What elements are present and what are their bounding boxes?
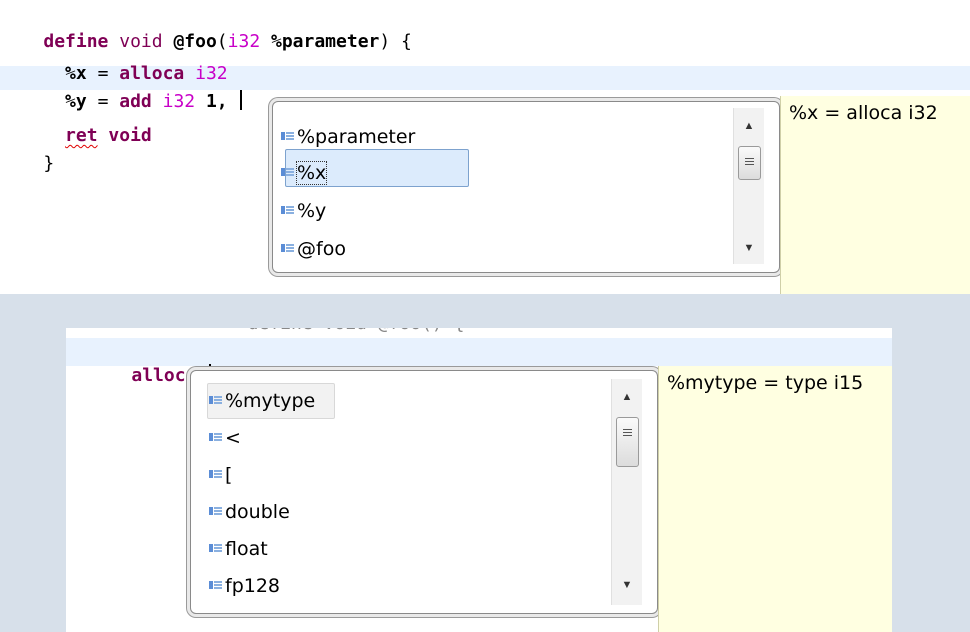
- code-line-4[interactable]: ret void: [0, 100, 152, 146]
- completion-popup[interactable]: %mytype < [ double float fp128 ▲ ▼: [190, 370, 658, 614]
- code-line-1[interactable]: define void @foo(i32 %parameter) {: [0, 6, 412, 52]
- keyword-void: void: [108, 125, 152, 146]
- completion-scrollbar[interactable]: ▲ ▼: [611, 379, 642, 605]
- field-icon: [281, 243, 295, 253]
- scroll-thumb[interactable]: [616, 417, 639, 467]
- keyword-ret: ret: [65, 125, 98, 146]
- code-line-alloca[interactable]: alloca: [88, 340, 212, 386]
- completion-item[interactable]: %parameter: [281, 122, 415, 152]
- completion-item[interactable]: double: [209, 497, 290, 527]
- code-line-5[interactable]: }: [0, 128, 54, 174]
- param-name: %parameter: [271, 31, 380, 52]
- scroll-down-icon[interactable]: ▼: [734, 242, 764, 254]
- completion-scrollbar[interactable]: ▲ ▼: [733, 108, 764, 264]
- scroll-up-icon[interactable]: ▲: [734, 120, 764, 132]
- field-icon: [209, 432, 223, 442]
- type-i32: i32: [162, 91, 196, 112]
- completion-item[interactable]: <: [209, 423, 241, 453]
- completion-item[interactable]: %y: [281, 196, 326, 226]
- field-icon: [281, 167, 295, 177]
- completion-item[interactable]: @foo: [281, 234, 346, 264]
- field-icon: [209, 543, 223, 553]
- field-icon: [281, 205, 295, 215]
- completion-item-selected[interactable]: %mytype: [209, 386, 315, 416]
- code-line-3[interactable]: %y = add i32 1,: [0, 66, 243, 112]
- doc-tooltip: %mytype = type i15: [658, 366, 892, 632]
- type-i32: i32: [227, 31, 261, 52]
- text-caret: [240, 90, 243, 110]
- scroll-down-icon[interactable]: ▼: [612, 579, 642, 591]
- completion-item-selected[interactable]: %x: [281, 158, 328, 188]
- field-icon: [281, 131, 295, 141]
- scroll-up-icon[interactable]: ▲: [612, 391, 642, 403]
- editor-panel-bottom: define void @foo() { alloca %mytype < [ …: [66, 328, 892, 632]
- code-line-cut: define void @foo() {: [226, 328, 465, 336]
- scroll-thumb[interactable]: [738, 146, 761, 180]
- field-icon: [209, 580, 223, 590]
- code-line-2[interactable]: %x = alloca i32: [0, 38, 228, 84]
- completion-item[interactable]: float: [209, 534, 268, 564]
- completion-item[interactable]: fp128: [209, 571, 280, 601]
- completion-popup[interactable]: %parameter %x %y @foo ▲ ▼: [272, 101, 780, 273]
- doc-tooltip: %x = alloca i32: [780, 96, 970, 294]
- field-icon: [209, 395, 223, 405]
- field-icon: [209, 506, 223, 516]
- field-icon: [209, 469, 223, 479]
- completion-item[interactable]: [: [209, 460, 232, 490]
- editor-panel-top: define void @foo(i32 %parameter) { %x = …: [0, 0, 970, 294]
